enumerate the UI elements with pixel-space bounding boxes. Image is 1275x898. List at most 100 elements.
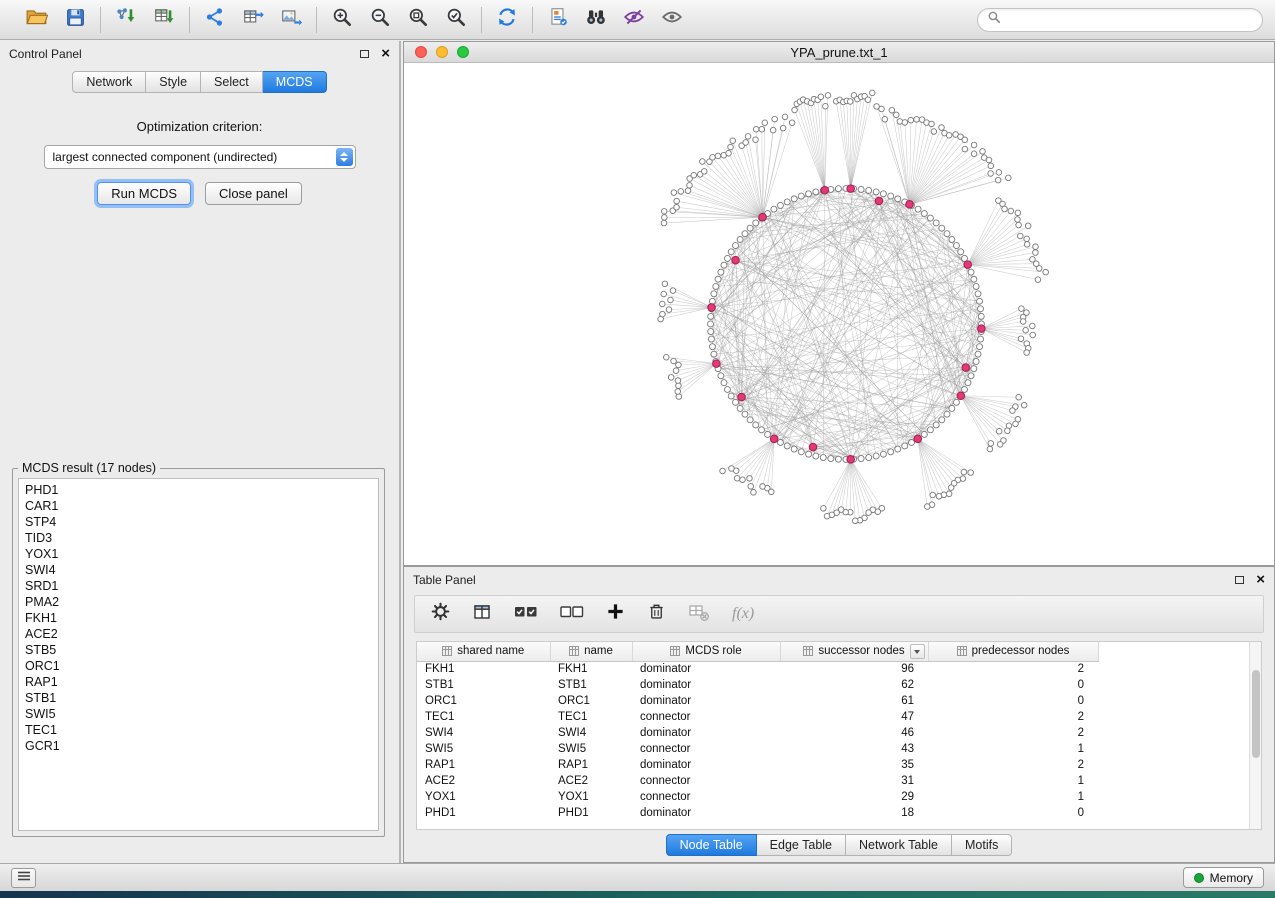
zoom-out-button[interactable]	[364, 5, 396, 35]
open-session-button[interactable]	[21, 5, 53, 35]
binoculars-button[interactable]	[580, 5, 612, 35]
tab-motifs[interactable]: Motifs	[952, 834, 1012, 856]
close-panel-button[interactable]: Close panel	[205, 182, 302, 205]
memory-button[interactable]: Memory	[1183, 867, 1264, 888]
window-minimize-icon[interactable]	[436, 46, 448, 58]
table-row[interactable]: FKH1FKH1dominator962	[417, 661, 1098, 677]
window-maximize-icon[interactable]	[457, 46, 469, 58]
tab-select[interactable]: Select	[201, 71, 263, 93]
zoom-in-button[interactable]	[326, 5, 358, 35]
table-row[interactable]: PHD1PHD1dominator180	[417, 805, 1098, 821]
mcds-result-item[interactable]: STB5	[25, 642, 372, 658]
table-row[interactable]: STB1STB1dominator620	[417, 677, 1098, 693]
mcds-result-item[interactable]: YOX1	[25, 546, 372, 562]
export-table-button[interactable]	[237, 5, 269, 35]
table-row[interactable]: YOX1YOX1connector291	[417, 789, 1098, 805]
import-table-button[interactable]	[148, 5, 180, 35]
scrollbar-thumb[interactable]	[1252, 670, 1260, 758]
export-image-icon	[280, 6, 302, 33]
close-table-panel-icon[interactable]: ×	[1256, 575, 1265, 585]
search-box[interactable]	[977, 8, 1263, 32]
export-image-button[interactable]	[275, 5, 307, 35]
add-column-button[interactable]	[606, 602, 625, 626]
zoom-fit-icon	[407, 6, 429, 33]
float-table-panel-icon[interactable]	[1235, 576, 1244, 584]
column-type-icon	[442, 646, 452, 656]
table-settings-button[interactable]	[431, 602, 450, 626]
tab-node-table[interactable]: Node Table	[666, 834, 757, 856]
tab-network-table[interactable]: Network Table	[846, 834, 952, 856]
refresh-button[interactable]	[491, 5, 523, 35]
sort-dropdown-icon[interactable]	[910, 644, 925, 659]
tab-network[interactable]: Network	[72, 71, 146, 93]
table-row[interactable]: RAP1RAP1dominator352	[417, 757, 1098, 773]
document-share-button[interactable]	[542, 5, 574, 35]
table-cell: dominator	[632, 725, 780, 741]
table-row[interactable]: SWI5SWI5connector431	[417, 741, 1098, 757]
tab-mcds[interactable]: MCDS	[263, 71, 327, 93]
function-builder-button[interactable]: f(x)	[732, 605, 754, 623]
tab-edge-table[interactable]: Edge Table	[757, 834, 846, 856]
mcds-result-item[interactable]: ORC1	[25, 658, 372, 674]
zoom-fit-button[interactable]	[402, 5, 434, 35]
mcds-result-item[interactable]: TID3	[25, 530, 372, 546]
table-cell: SWI4	[550, 725, 632, 741]
column-header-name[interactable]: name	[550, 642, 632, 661]
table-scrollbar[interactable]	[1249, 642, 1261, 829]
column-header-mcds-role[interactable]: MCDS role	[632, 642, 780, 661]
table-cell: SWI5	[417, 741, 550, 757]
delete-column-button[interactable]	[647, 602, 666, 626]
window-close-icon[interactable]	[415, 46, 427, 58]
tab-style[interactable]: Style	[146, 71, 201, 93]
select-all-button[interactable]	[514, 603, 538, 626]
table-cell: 35	[780, 757, 928, 773]
table-cell: 0	[928, 805, 1098, 821]
mcds-result-list[interactable]: PHD1CAR1STP4TID3YOX1SWI4SRD1PMA2FKH1ACE2…	[18, 478, 379, 831]
close-panel-icon[interactable]: ×	[381, 49, 390, 59]
mcds-result-item[interactable]: FKH1	[25, 610, 372, 626]
column-header-predecessor-nodes[interactable]: predecessor nodes	[928, 642, 1098, 661]
delete-table-button[interactable]	[688, 602, 710, 627]
network-graph[interactable]	[404, 63, 1274, 565]
mcds-result-item[interactable]: CAR1	[25, 498, 372, 514]
mcds-result-item[interactable]: GCR1	[25, 738, 372, 754]
optimization-criterion-select[interactable]: largest connected component (undirected)	[44, 145, 356, 169]
float-panel-icon[interactable]	[360, 50, 369, 58]
table-cell: connector	[632, 741, 780, 757]
import-network-icon	[115, 6, 137, 33]
mcds-result-item[interactable]: ACE2	[25, 626, 372, 642]
mcds-result-item[interactable]: PMA2	[25, 594, 372, 610]
mcds-result-item[interactable]: SWI4	[25, 562, 372, 578]
network-canvas[interactable]	[404, 63, 1274, 565]
mcds-result-item[interactable]: STB1	[25, 690, 372, 706]
run-mcds-button[interactable]: Run MCDS	[97, 182, 191, 205]
memory-label: Memory	[1210, 871, 1253, 885]
table-row[interactable]: ACE2ACE2connector311	[417, 773, 1098, 789]
hide-elements-button[interactable]	[618, 5, 650, 35]
column-visibility-button[interactable]	[472, 602, 492, 627]
column-header-successor-nodes[interactable]: successor nodes	[780, 642, 928, 661]
table-cell: ACE2	[417, 773, 550, 789]
mcds-result-item[interactable]: PHD1	[25, 482, 372, 498]
zoom-selected-button[interactable]	[440, 5, 472, 35]
mcds-result-item[interactable]: RAP1	[25, 674, 372, 690]
table-row[interactable]: SWI4SWI4dominator462	[417, 725, 1098, 741]
table-cell: dominator	[632, 677, 780, 693]
import-network-button[interactable]	[110, 5, 142, 35]
deselect-all-button[interactable]	[560, 603, 584, 626]
mcds-result-item[interactable]: SWI5	[25, 706, 372, 722]
table-toolbar: f(x)	[414, 595, 1264, 633]
show-panel-button[interactable]	[11, 868, 36, 888]
mcds-result-item[interactable]: STP4	[25, 514, 372, 530]
save-session-button[interactable]	[59, 5, 91, 35]
table-row[interactable]: ORC1ORC1dominator610	[417, 693, 1098, 709]
column-header-shared-name[interactable]: shared name	[417, 642, 550, 661]
search-input[interactable]	[1007, 13, 1253, 27]
network-window-titlebar[interactable]: YPA_prune.txt_1	[404, 42, 1274, 63]
show-elements-button[interactable]	[656, 5, 688, 35]
export-network-button[interactable]	[199, 5, 231, 35]
mcds-result-item[interactable]: SRD1	[25, 578, 372, 594]
table-cell: FKH1	[417, 661, 550, 677]
table-row[interactable]: TEC1TEC1connector472	[417, 709, 1098, 725]
mcds-result-item[interactable]: TEC1	[25, 722, 372, 738]
